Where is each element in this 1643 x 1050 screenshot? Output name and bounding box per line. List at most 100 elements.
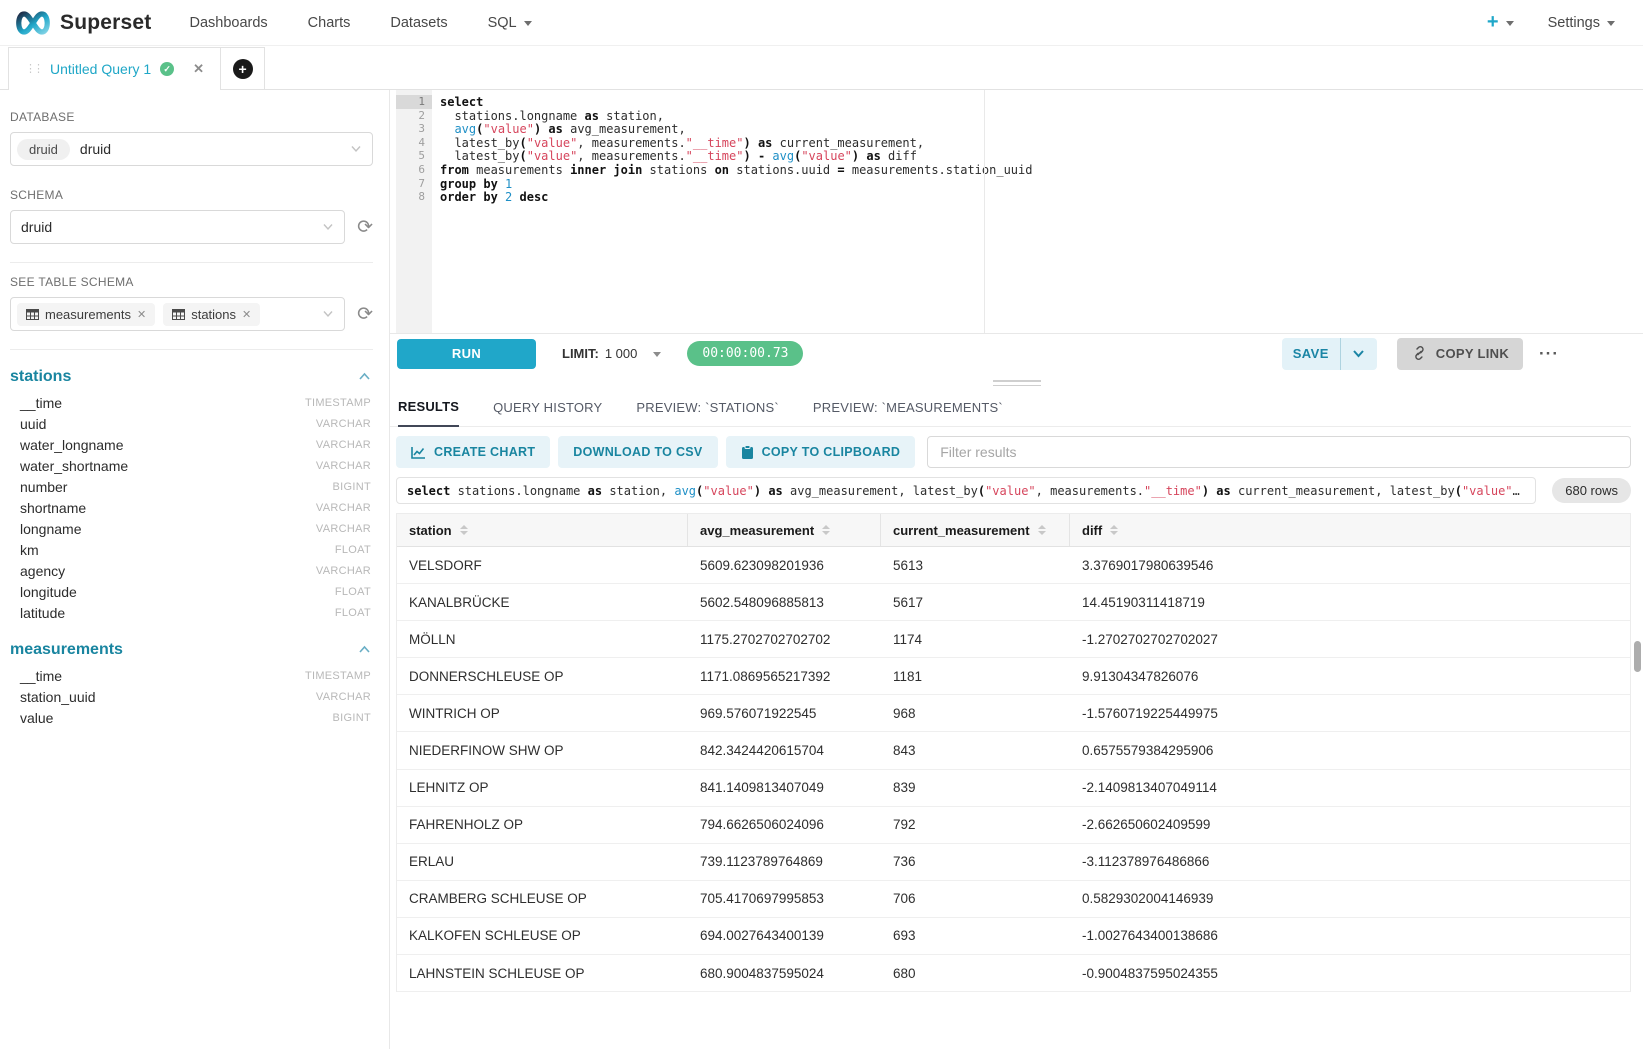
table-cell: -3.112378976486866 (1070, 844, 1630, 880)
column-type: VARCHAR (316, 418, 371, 430)
result-tab-3[interactable]: PREVIEW: `MEASUREMENTS` (813, 400, 1003, 426)
column-type: VARCHAR (316, 439, 371, 451)
download-csv-button[interactable]: DOWNLOAD TO CSV (558, 436, 717, 468)
column-header-avg_measurement[interactable]: avg_measurement (688, 514, 881, 546)
limit-label: LIMIT: (562, 346, 599, 361)
download-csv-label: DOWNLOAD TO CSV (573, 445, 702, 459)
chevron-up-icon[interactable] (358, 641, 371, 659)
tab-untitled-query[interactable]: ⋮⋮ Untitled Query 1 ✓ ✕ (8, 47, 221, 90)
copy-link-button[interactable]: COPY LINK (1397, 338, 1523, 370)
column-name: longname (20, 521, 82, 537)
code-line: from measurements inner join stations on… (440, 163, 1643, 177)
infinity-logo-icon (14, 11, 52, 35)
create-chart-button[interactable]: CREATE CHART (396, 436, 550, 468)
table-cell: 736 (881, 844, 1070, 880)
table-cell: WINTRICH OP (397, 695, 688, 731)
query-tab-strip: ⋮⋮ Untitled Query 1 ✓ ✕ + (0, 46, 1643, 90)
code-line: order by 2 desc (440, 190, 1643, 204)
chevron-up-icon[interactable] (358, 368, 371, 386)
clipboard-icon (741, 445, 754, 460)
table-cell: DONNERSCHLEUSE OP (397, 658, 688, 694)
scrollbar-thumb[interactable] (1634, 641, 1641, 672)
save-options-button[interactable] (1340, 338, 1377, 370)
table-cell: -2.662650602409599 (1070, 807, 1630, 843)
drag-handle-icon[interactable]: ⋮⋮ (25, 64, 41, 74)
column-row: __timeTIMESTAMP (10, 392, 373, 413)
copy-clipboard-button[interactable]: COPY TO CLIPBOARD (726, 436, 916, 468)
table-row: LEHNITZ OP841.1409813407049839-2.1409813… (397, 770, 1630, 807)
remove-tag-icon[interactable]: ✕ (137, 308, 146, 321)
schema-select[interactable]: druid (10, 210, 345, 244)
filter-results-input[interactable] (927, 436, 1631, 468)
result-tab-0[interactable]: RESULTS (398, 399, 459, 427)
nav-item-sql[interactable]: SQL (488, 15, 532, 31)
top-nav: Superset Dashboards Charts Datasets SQL + S… (0, 0, 1643, 46)
results-grid: stationavg_measurement current_measuremen… (396, 513, 1631, 992)
table-row: KANALBRÜCKE5602.548096885813561714.45190… (397, 584, 1630, 621)
more-options-button[interactable]: ··· (1539, 344, 1559, 364)
add-tab-area: + (221, 47, 265, 90)
table-schema-select[interactable]: measurements✕stations✕ (10, 297, 345, 331)
sort-icon (1110, 525, 1118, 535)
tab-title: Untitled Query 1 (50, 61, 151, 77)
table-tag-measurements: measurements✕ (17, 303, 155, 326)
close-tab-icon[interactable]: ✕ (193, 61, 204, 77)
database-select[interactable]: druid druid (10, 132, 373, 166)
column-header-current_measurement[interactable]: current_measurement (881, 514, 1070, 546)
table-cell: 5609.623098201936 (688, 547, 881, 583)
column-type: VARCHAR (316, 460, 371, 472)
column-type: TIMESTAMP (305, 397, 371, 409)
table-header-stations[interactable]: stations (10, 364, 373, 392)
result-tab-1[interactable]: QUERY HISTORY (493, 400, 602, 426)
table-cell: 693 (881, 918, 1070, 954)
chevron-down-icon (322, 310, 334, 318)
schema-label: SCHEMA (10, 188, 373, 202)
table-header-measurements[interactable]: measurements (10, 637, 373, 665)
database-value: druid (80, 141, 111, 157)
column-header-station[interactable]: station (397, 514, 688, 546)
table-section-measurements: measurements__timeTIMESTAMPstation_uuidV… (10, 637, 373, 728)
nav-item-dashboards[interactable]: Dashboards (189, 15, 267, 31)
table-cell: -1.5760719225449975 (1070, 695, 1630, 731)
column-type: VARCHAR (316, 565, 371, 577)
chevron-down-icon (1352, 349, 1365, 358)
column-type: BIGINT (333, 712, 371, 724)
table-row: MÖLLN1175.27027027027021174-1.2702702702… (397, 621, 1630, 658)
refresh-tables-icon[interactable]: ⟳ (357, 305, 373, 324)
table-cell: LAHNSTEIN SCHLEUSE OP (397, 955, 688, 991)
settings-menu[interactable]: Settings (1548, 15, 1615, 31)
table-cell: CRAMBERG SCHLEUSE OP (397, 881, 688, 917)
table-cell: VELSDORF (397, 547, 688, 583)
table-cell: 14.45190311418719 (1070, 584, 1630, 620)
limit-dropdown[interactable]: LIMIT: 1 000 (562, 346, 661, 361)
superset-logo[interactable]: Superset (14, 11, 151, 35)
table-row: DONNERSCHLEUSE OP1171.086956521739211819… (397, 658, 1630, 695)
run-button[interactable]: RUN (397, 339, 536, 369)
new-item-button[interactable]: + (1487, 11, 1514, 34)
chevron-down-icon (322, 223, 334, 231)
column-name: longitude (20, 584, 77, 600)
column-header-diff[interactable]: diff (1070, 514, 1630, 546)
column-header-label: current_measurement (893, 523, 1030, 538)
column-type: FLOAT (335, 586, 371, 598)
save-button[interactable]: SAVE (1282, 338, 1340, 370)
table-cell: KANALBRÜCKE (397, 584, 688, 620)
chevron-up-icon (358, 372, 371, 381)
column-name: station_uuid (20, 689, 96, 705)
divider (10, 262, 373, 263)
column-row: uuidVARCHAR (10, 413, 373, 434)
pane-splitter[interactable] (390, 373, 1643, 393)
add-tab-button[interactable]: + (233, 59, 253, 79)
nav-menu: Dashboards Charts Datasets SQL (189, 15, 531, 31)
sql-editor[interactable]: select stations.longname as station, avg… (432, 90, 1643, 333)
refresh-schema-icon[interactable]: ⟳ (357, 218, 373, 237)
database-type-tag: druid (17, 139, 70, 160)
nav-item-datasets[interactable]: Datasets (390, 15, 447, 31)
nav-item-charts[interactable]: Charts (308, 15, 351, 31)
remove-tag-icon[interactable]: ✕ (242, 308, 251, 321)
grid-header: stationavg_measurement current_measuremen… (397, 514, 1630, 547)
code-line: latest_by("value", measurements."__time"… (440, 136, 1643, 150)
table-cell: NIEDERFINOW SHW OP (397, 732, 688, 768)
table-cell: 843 (881, 732, 1070, 768)
result-tab-2[interactable]: PREVIEW: `STATIONS` (636, 400, 778, 426)
